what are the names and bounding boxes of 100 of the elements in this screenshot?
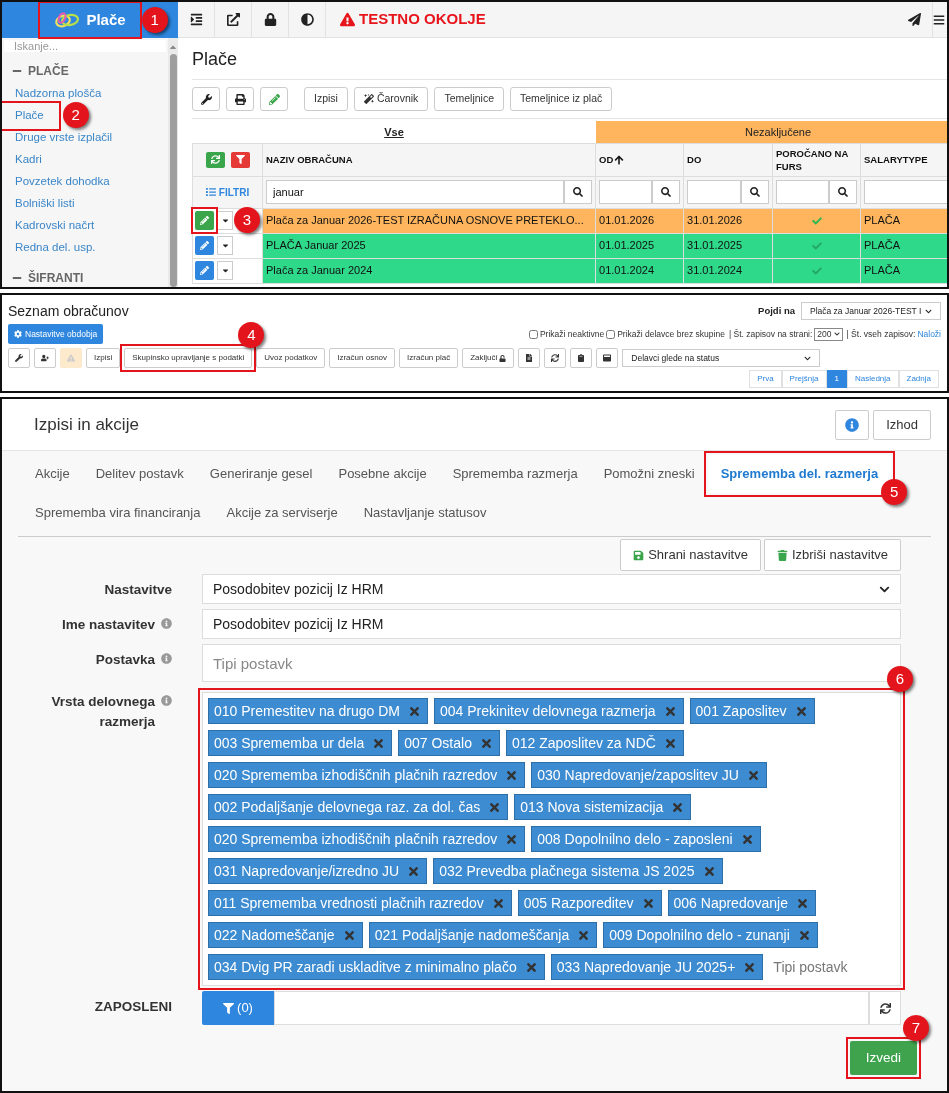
tab[interactable]: Akcije [22, 455, 83, 493]
remove-icon[interactable] [740, 832, 754, 846]
save-settings-button[interactable]: Shrani nastavitve [620, 539, 761, 571]
tab[interactable]: Pomožni zneski [590, 455, 708, 493]
filter-field[interactable] [776, 180, 829, 204]
remove-icon[interactable] [488, 800, 502, 814]
search-button[interactable] [564, 180, 592, 204]
status-select[interactable]: Delavci glede na status [622, 349, 821, 367]
toolbar-button[interactable]: Čarovnik [353, 87, 429, 111]
clear-filter-button[interactable] [230, 151, 250, 168]
toolbar-button[interactable]: Izračun osnov [329, 348, 396, 368]
column-header[interactable]: OD [595, 143, 684, 176]
remove-icon[interactable] [342, 928, 356, 942]
row-menu-button[interactable] [217, 236, 233, 255]
filter-field[interactable] [599, 180, 652, 204]
pagination-button[interactable]: Prejšnja [781, 370, 827, 388]
tab[interactable]: Sprememba razmerja [439, 455, 591, 493]
document-button[interactable] [518, 348, 541, 368]
search-button[interactable] [741, 180, 769, 204]
goto-select[interactable]: Plača za Januar 2026-TEST I [801, 302, 941, 320]
remove-icon[interactable] [408, 704, 421, 718]
printer-button[interactable] [226, 87, 254, 111]
text-field[interactable]: Posodobitev pozicij Iz HRM [202, 609, 901, 639]
period-settings-button[interactable]: Nastavitve obdobja [8, 324, 104, 344]
column-header[interactable]: DO [683, 143, 773, 176]
tab[interactable]: Akcije za serviserje [213, 494, 351, 532]
remove-icon[interactable] [505, 832, 519, 846]
load-link[interactable]: Naloži [917, 327, 941, 341]
scrollbar-thumb[interactable] [169, 54, 177, 287]
remove-icon[interactable] [795, 896, 809, 910]
wrench-button[interactable] [192, 87, 220, 111]
toolbar-button[interactable]: Temeljnice [434, 87, 504, 111]
tab[interactable]: Generiranje gesel [196, 455, 326, 493]
sidebar-link[interactable]: Kadrovski načrt [2, 215, 108, 237]
remove-icon[interactable] [746, 768, 760, 782]
remove-icon[interactable] [505, 768, 519, 782]
edit-button[interactable] [195, 236, 214, 255]
remove-icon[interactable] [491, 896, 505, 910]
clipboard-button[interactable] [570, 348, 593, 368]
toolbar-button[interactable]: Skupinsko upravljanje s podatki [124, 348, 253, 368]
user-plus-button[interactable] [34, 348, 56, 368]
info-button[interactable] [835, 409, 870, 440]
sidebar-search-field[interactable]: Iskanje... [4, 40, 166, 52]
remove-icon[interactable] [641, 896, 655, 910]
pagination-button[interactable]: 1 [826, 370, 847, 388]
sidebar-link[interactable]: Redna del. usp. [2, 237, 109, 259]
pencil-button[interactable] [260, 87, 288, 111]
pagination-button[interactable]: Prva [749, 370, 782, 388]
sidebar-link[interactable]: Druge vrste izplačil [2, 127, 126, 149]
sidebar-link[interactable]: Kadri [2, 149, 55, 171]
remove-icon[interactable] [702, 864, 716, 878]
column-header[interactable]: POROČANO NA FURS [772, 143, 861, 176]
settings-select[interactable]: Posodobitev pozicij Iz HRM [202, 574, 901, 604]
remove-icon[interactable] [671, 800, 685, 814]
sidebar-link[interactable]: Povzetek dohodka [2, 171, 123, 193]
search-button[interactable] [652, 180, 680, 204]
tab[interactable]: Sprememba del. razmerja [707, 455, 892, 493]
wrench-button[interactable] [8, 348, 30, 368]
exit-button[interactable]: Izhod [873, 409, 931, 440]
remove-icon[interactable] [479, 736, 493, 750]
app-title[interactable]: Plače [42, 5, 138, 35]
info-icon[interactable] [161, 695, 172, 706]
refresh-button[interactable] [544, 348, 567, 368]
remove-icon[interactable] [794, 704, 808, 718]
search-button[interactable] [829, 180, 857, 204]
sidebar-link[interactable]: Plače [2, 105, 57, 127]
tab[interactable]: Delitev postavk [82, 455, 197, 493]
window-button[interactable] [596, 348, 619, 368]
pagination-button[interactable]: Naslednja [846, 370, 899, 388]
toolbar-button[interactable]: Izpisi [304, 87, 348, 111]
tab[interactable]: Posebne akcije [325, 455, 440, 493]
toolbar-button[interactable]: Izračun plač [399, 348, 459, 368]
remove-icon[interactable] [372, 736, 386, 750]
tag-input[interactable]: Tipi postavk [769, 954, 865, 980]
scrollbar[interactable] [168, 38, 178, 287]
checkbox[interactable] [606, 329, 616, 339]
checkbox[interactable] [528, 329, 538, 339]
employee-field[interactable] [274, 991, 869, 1025]
filter-field[interactable] [864, 180, 947, 204]
info-icon[interactable] [161, 618, 172, 629]
remove-icon[interactable] [407, 864, 421, 878]
column-header[interactable]: NAZIV OBRAČUNA [262, 143, 596, 176]
sidebar-link[interactable]: Bolniški listi [2, 193, 88, 215]
remove-icon[interactable] [577, 928, 591, 942]
filter-field[interactable] [687, 180, 741, 204]
toolbar-button[interactable]: Izpisi [86, 348, 121, 368]
tab[interactable]: Nastavljanje statusov [350, 494, 500, 532]
toolbar-button[interactable]: Zaključi [462, 348, 515, 368]
tab[interactable]: Sprememba vira financiranja [22, 494, 214, 532]
sidebar-link[interactable]: Nadzorna plošča [2, 83, 115, 105]
toolbar-button[interactable]: Temeljnice iz plač [510, 87, 613, 111]
row-menu-button[interactable] [217, 261, 233, 280]
delete-settings-button[interactable]: Izbriši nastavitve [763, 539, 901, 571]
remove-icon[interactable] [743, 960, 757, 974]
refresh-button[interactable] [869, 991, 901, 1025]
column-header[interactable]: SALARYTYPE [860, 143, 947, 176]
employee-filter-button[interactable]: (0) [202, 991, 274, 1025]
edit-button[interactable] [195, 211, 214, 230]
remove-icon[interactable] [797, 928, 811, 942]
toolbar-button[interactable]: Uvoz podatkov [256, 348, 326, 368]
